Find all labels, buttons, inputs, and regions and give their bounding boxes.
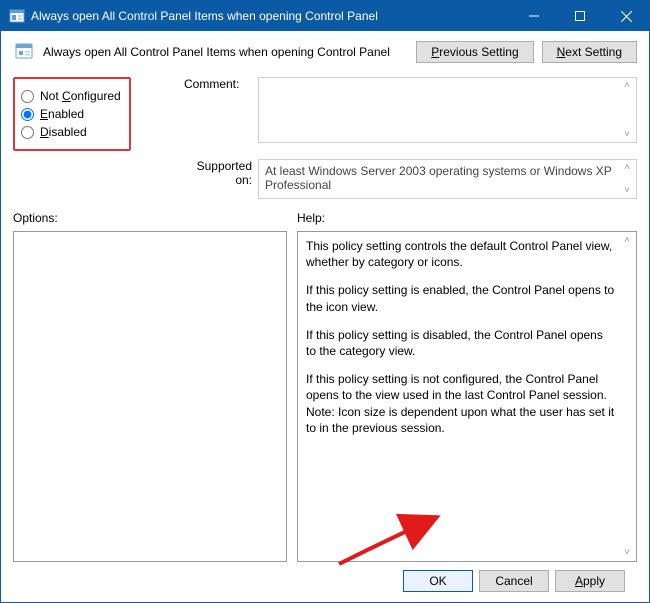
policy-title: Always open All Control Panel Items when… (43, 45, 416, 59)
window-icon (9, 8, 25, 24)
scroll-up-icon[interactable]: ˄ (624, 162, 630, 173)
help-column: Help: This policy setting controls the d… (297, 211, 637, 562)
header-row: Always open All Control Panel Items when… (13, 41, 637, 63)
scroll-up-icon[interactable]: ˄ (624, 80, 630, 91)
radio-not-configured[interactable]: Not Configured (21, 89, 123, 103)
window-controls (511, 1, 649, 31)
options-column: Options: (13, 211, 287, 562)
close-button[interactable] (603, 1, 649, 31)
cancel-button[interactable]: Cancel (479, 570, 549, 592)
comment-textarea[interactable]: ˄˅ (258, 77, 637, 143)
options-label: Options: (13, 211, 287, 225)
scrollbar[interactable]: ˄˅ (620, 80, 634, 140)
scroll-down-icon[interactable]: ˅ (624, 129, 630, 140)
radio-disabled[interactable]: Disabled (21, 125, 123, 139)
apply-button[interactable]: Apply (555, 570, 625, 592)
maximize-button[interactable] (557, 1, 603, 31)
supported-on-text: At least Windows Server 2003 operating s… (258, 159, 637, 199)
content-area: Always open All Control Panel Items when… (1, 31, 649, 602)
scroll-down-icon[interactable]: ˅ (624, 185, 630, 196)
previous-setting-button[interactable]: Previous Setting (416, 41, 533, 63)
help-p4: If this policy setting is not configured… (306, 371, 616, 403)
radio-enabled[interactable]: Enabled (21, 107, 123, 121)
radio-disabled-input[interactable] (21, 126, 34, 139)
ok-button[interactable]: OK (403, 570, 473, 592)
policy-dialog-window: Always open All Control Panel Items when… (0, 0, 650, 603)
options-panel[interactable] (13, 231, 287, 562)
scroll-up-icon[interactable]: ˄ (624, 234, 630, 248)
scrollbar[interactable]: ˄˅ (620, 234, 634, 559)
minimize-button[interactable] (511, 1, 557, 31)
titlebar[interactable]: Always open All Control Panel Items when… (1, 1, 649, 31)
help-p5: Note: Icon size is dependent upon what t… (306, 404, 616, 436)
config-grid: Not Configured Enabled Disabled Comment:… (13, 77, 637, 199)
help-p1: This policy setting controls the default… (306, 238, 616, 270)
radio-not-configured-input[interactable] (21, 90, 34, 103)
help-p2: If this policy setting is enabled, the C… (306, 282, 616, 314)
help-label: Help: (297, 211, 637, 225)
supported-on-label: Supported on: (184, 159, 252, 187)
dialog-footer: OK Cancel Apply (13, 562, 637, 602)
lower-columns: Options: Help: This policy setting contr… (13, 211, 637, 562)
window-title: Always open All Control Panel Items when… (31, 9, 511, 23)
comment-label: Comment: (184, 77, 252, 91)
radio-enabled-input[interactable] (21, 108, 34, 121)
scrollbar[interactable]: ˄˅ (620, 162, 634, 196)
state-radio-group: Not Configured Enabled Disabled (13, 77, 131, 151)
next-setting-button[interactable]: Next Setting (542, 41, 637, 63)
help-panel[interactable]: This policy setting controls the default… (297, 231, 637, 562)
scroll-down-icon[interactable]: ˅ (624, 546, 630, 560)
help-p3: If this policy setting is disabled, the … (306, 327, 616, 359)
policy-icon (13, 41, 35, 63)
